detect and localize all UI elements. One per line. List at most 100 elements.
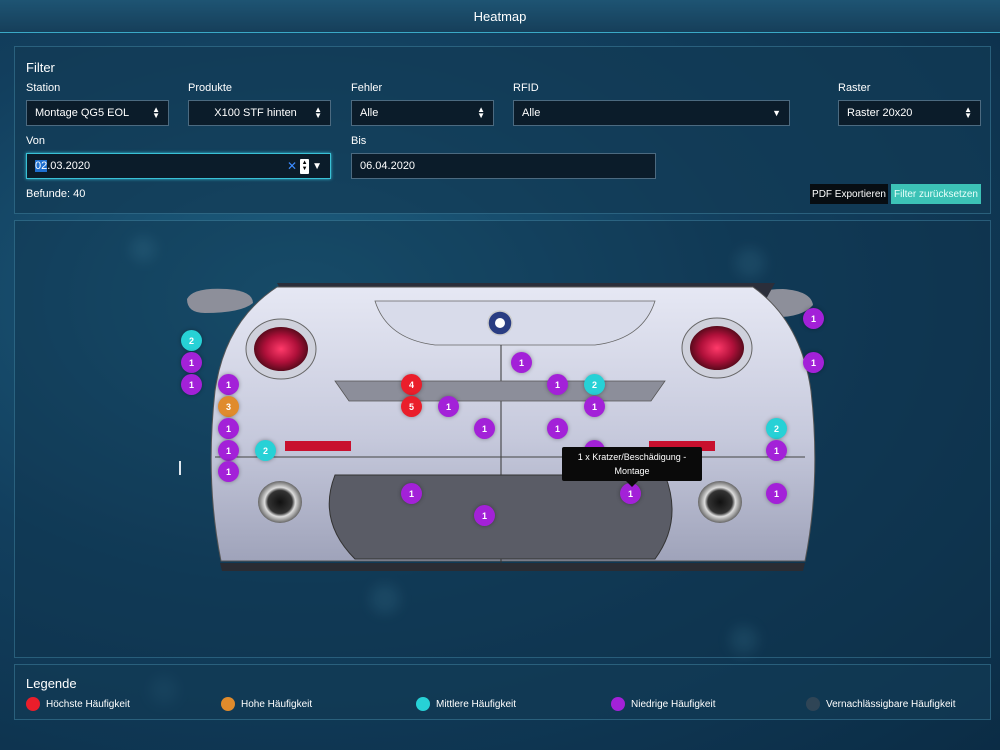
- products-select[interactable]: X100 STF hinten ▲ ▼: [188, 100, 331, 126]
- heat-marker[interactable]: 1: [547, 418, 568, 439]
- legend-item-label: Vernachlässigbare Häufigkeit: [826, 698, 956, 710]
- findings-count: Befunde: 40: [26, 188, 86, 200]
- sort-arrows-icon: ▲ ▼: [477, 105, 485, 120]
- heat-marker-count: 1: [810, 313, 816, 324]
- legend-item-label: Hohe Häufigkeit: [241, 698, 313, 710]
- heat-marker[interactable]: 1: [511, 352, 532, 373]
- heat-marker-count: 1: [773, 445, 779, 456]
- from-date-rest: .03.2020: [47, 160, 91, 172]
- window-titlebar: Heatmap: [0, 0, 1000, 33]
- heat-marker-count: 1: [188, 379, 194, 390]
- heat-marker-count: 1: [627, 488, 633, 499]
- heatmap-panel: 2 1 1 1 3 1 1 1 2 4 5 1 1 1 1 1 1 1 2 1 …: [14, 220, 991, 658]
- sort-arrows-icon: ▲ ▼: [314, 105, 322, 120]
- legend-item-low: Niedrige Häufigkeit: [611, 697, 716, 711]
- legend-swatch: [26, 697, 40, 711]
- heat-marker-count: 4: [408, 379, 414, 390]
- rfid-select[interactable]: Alle ▼: [513, 100, 790, 126]
- heat-marker[interactable]: 1: [438, 396, 459, 417]
- heat-marker-count: 1: [445, 401, 451, 412]
- reset-filter-button[interactable]: Filter zurücksetzen: [891, 184, 981, 204]
- spinner-icon[interactable]: ▲ ▼: [300, 158, 310, 174]
- legend-item-negligible: Vernachlässigbare Häufigkeit: [806, 697, 956, 711]
- heat-marker-count: 2: [262, 445, 268, 456]
- legend-item-label: Mittlere Häufigkeit: [436, 698, 517, 710]
- heat-marker[interactable]: 1: [803, 308, 824, 329]
- heat-marker[interactable]: 1: [547, 374, 568, 395]
- car-rear-image: [187, 283, 816, 571]
- heat-marker[interactable]: 4: [401, 374, 422, 395]
- station-select[interactable]: Montage QG5 EOL ▲ ▼: [26, 100, 169, 126]
- heat-marker[interactable]: 2: [181, 330, 202, 351]
- heat-marker[interactable]: 1: [218, 461, 239, 482]
- heat-marker-count: 2: [188, 335, 194, 346]
- heat-marker[interactable]: 1: [401, 483, 422, 504]
- text-cursor: [179, 461, 181, 475]
- from-date-value: 02.03.2020: [35, 160, 287, 172]
- heat-marker-count: 1: [554, 423, 560, 434]
- heat-marker[interactable]: 1: [218, 418, 239, 439]
- heat-marker-count: 1: [408, 488, 414, 499]
- heat-marker[interactable]: 2: [255, 440, 276, 461]
- heat-marker-count: 1: [481, 423, 487, 434]
- legend-swatch: [221, 697, 235, 711]
- chevron-down-icon: ▼: [772, 108, 781, 118]
- legend-item-label: Niedrige Häufigkeit: [631, 698, 716, 710]
- products-value: X100 STF hinten: [214, 107, 297, 119]
- heat-marker-count: 1: [810, 357, 816, 368]
- heat-marker[interactable]: 3: [218, 396, 239, 417]
- heat-marker[interactable]: 1: [181, 352, 202, 373]
- heat-marker[interactable]: 1: [584, 396, 605, 417]
- heat-marker[interactable]: 2: [584, 374, 605, 395]
- clear-icon[interactable]: ✕: [287, 159, 297, 173]
- filter-title: Filter: [26, 60, 55, 75]
- station-label: Station: [26, 82, 61, 94]
- errors-label: Fehler: [351, 82, 383, 94]
- heat-marker[interactable]: 1: [474, 418, 495, 439]
- legend-item-label: Höchste Häufigkeit: [46, 698, 130, 710]
- heat-marker-count: 1: [554, 379, 560, 390]
- legend-panel: Legende Höchste Häufigkeit Hohe Häufigke…: [14, 664, 991, 720]
- heat-marker-count: 1: [225, 379, 231, 390]
- heat-marker-count: 1: [773, 488, 779, 499]
- heat-marker-count: 1: [225, 466, 231, 477]
- legend-item-medium: Mittlere Häufigkeit: [416, 697, 516, 711]
- station-value: Montage QG5 EOL: [35, 107, 130, 119]
- rfid-value: Alle: [522, 107, 541, 119]
- heat-marker[interactable]: 1: [218, 374, 239, 395]
- errors-select[interactable]: Alle ▲ ▼: [351, 100, 494, 126]
- heat-marker-count: 1: [518, 357, 524, 368]
- pdf-export-button[interactable]: PDF Exportieren: [810, 184, 888, 204]
- heat-marker[interactable]: 1: [766, 440, 787, 461]
- from-date-input[interactable]: 02.03.2020 ✕ ▲ ▼ ▼: [26, 153, 331, 179]
- tooltip-line-2: Montage: [614, 466, 650, 476]
- heat-marker[interactable]: 1: [474, 505, 495, 526]
- legend-item-highest: Höchste Häufigkeit: [26, 697, 130, 711]
- to-date-input[interactable]: 06.04.2020: [351, 153, 656, 179]
- legend-swatch: [416, 697, 430, 711]
- heat-marker[interactable]: 1: [766, 483, 787, 504]
- window-title: Heatmap: [473, 8, 527, 24]
- heat-marker[interactable]: 5: [401, 396, 422, 417]
- from-label: Von: [26, 135, 45, 147]
- heat-marker-count: 3: [225, 401, 231, 412]
- rfid-label: RFID: [513, 82, 539, 94]
- legend-title: Legende: [26, 676, 77, 691]
- heat-marker[interactable]: 1: [803, 352, 824, 373]
- heat-marker-count: 5: [408, 401, 414, 412]
- heat-marker-count: 2: [773, 423, 779, 434]
- heat-marker-count: 1: [591, 401, 597, 412]
- sort-arrows-icon: ▲ ▼: [152, 105, 160, 120]
- errors-value: Alle: [360, 107, 379, 119]
- products-label: Produkte: [188, 82, 233, 94]
- heat-marker[interactable]: 2: [766, 418, 787, 439]
- heat-marker-count: 1: [481, 510, 487, 521]
- heat-marker[interactable]: 1: [181, 374, 202, 395]
- filter-panel: Filter Station Montage QG5 EOL ▲ ▼ Produk…: [14, 46, 991, 214]
- calendar-dropdown-icon[interactable]: ▼: [312, 161, 322, 172]
- heat-marker-count: 1: [225, 423, 231, 434]
- heat-marker[interactable]: 1: [218, 440, 239, 461]
- grid-select[interactable]: Raster 20x20 ▲ ▼: [838, 100, 981, 126]
- legend-item-high: Hohe Häufigkeit: [221, 697, 312, 711]
- grid-label: Raster: [838, 82, 871, 94]
